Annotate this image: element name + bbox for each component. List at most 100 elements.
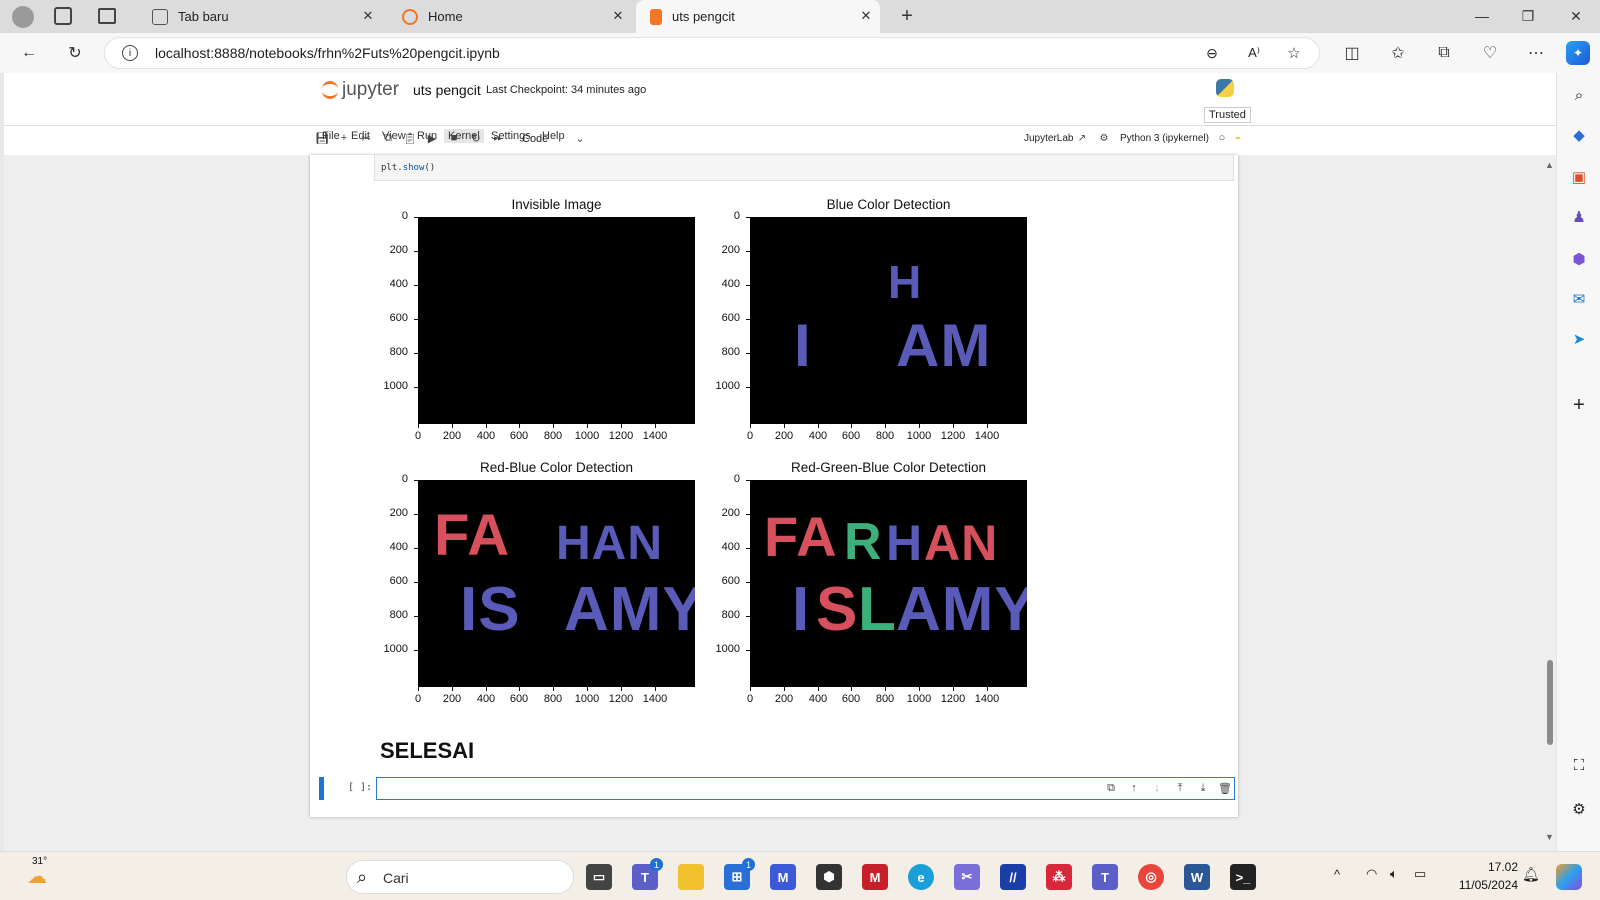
microsoft-365-icon[interactable]: ⬢: [1569, 249, 1589, 269]
notifications-bell-icon[interactable]: 🔔︎: [1522, 866, 1540, 883]
tray-overflow-icon[interactable]: ^: [1334, 867, 1340, 882]
close-tab-icon[interactable]: ✕: [610, 8, 626, 24]
word-icon[interactable]: W: [1184, 864, 1210, 890]
app-icon-cube[interactable]: ⬢: [816, 864, 842, 890]
wifi-icon[interactable]: ◠: [1366, 866, 1377, 882]
run-all-icon[interactable]: ⏩︎: [490, 130, 506, 146]
kernel-settings-icon[interactable]: ⚙: [1096, 130, 1112, 146]
subplot-title: Red-Blue Color Detection: [479, 460, 634, 475]
url-text[interactable]: localhost:8888/notebooks/frhn%2Futs%20pe…: [155, 45, 500, 61]
mcafee-icon[interactable]: M: [862, 864, 888, 890]
minimize-icon[interactable]: —: [1472, 6, 1492, 26]
run-icon[interactable]: ▶: [424, 130, 440, 146]
tools-icon[interactable]: ▣: [1569, 167, 1589, 187]
chrome-icon[interactable]: ◎: [1138, 864, 1164, 890]
favorite-star-icon[interactable]: ☆: [1285, 44, 1303, 62]
volume-icon[interactable]: 🔈︎: [1390, 866, 1398, 882]
close-window-icon[interactable]: ✕: [1566, 6, 1586, 26]
tab-home[interactable]: Home ✕: [388, 0, 632, 33]
read-aloud-icon[interactable]: A⁾: [1245, 44, 1263, 62]
file-explorer-icon[interactable]: [678, 864, 704, 890]
y-tick-mark: [746, 387, 750, 388]
restart-icon[interactable]: ↻: [468, 130, 484, 146]
move-up-icon[interactable]: ↑: [1127, 781, 1141, 795]
settings-icon[interactable]: ⚙: [1569, 799, 1589, 819]
page-scrollbar[interactable]: ▲ ▼: [1544, 160, 1556, 850]
search-icon[interactable]: ⌕: [1569, 85, 1589, 105]
move-down-icon[interactable]: ↓: [1150, 781, 1164, 795]
x-tick-label: 1400: [974, 693, 1000, 705]
tab-uts-pengcit[interactable]: uts pengcit ✕: [636, 0, 880, 33]
kernel-name[interactable]: Python 3 (ipykernel): [1120, 133, 1209, 144]
date: 11/05/2024: [1458, 878, 1518, 892]
x-tick-mark: [750, 424, 751, 428]
copilot-icon[interactable]: ✦: [1566, 41, 1590, 65]
profile-icon[interactable]: [12, 6, 34, 28]
y-tick-label: 0: [401, 473, 408, 485]
games-icon[interactable]: ♟: [1569, 207, 1589, 227]
x-tick-mark: [587, 424, 588, 428]
site-info-icon[interactable]: i: [122, 45, 138, 61]
split-screen-icon[interactable]: ◫: [1340, 41, 1364, 65]
cell-type-select[interactable]: Code: [522, 133, 548, 145]
y-tick-mark: [746, 650, 750, 651]
back-icon[interactable]: ←: [17, 41, 41, 65]
task-view-icon[interactable]: ▭: [586, 864, 612, 890]
cut-icon[interactable]: ✂: [358, 130, 374, 146]
scrollbar-thumb[interactable]: [1547, 660, 1553, 745]
restore-icon[interactable]: ❐: [1518, 6, 1538, 26]
tab-new-tab[interactable]: Tab baru ✕: [138, 0, 382, 33]
y-tick-mark: [414, 251, 418, 252]
outlook-icon[interactable]: ✉: [1569, 289, 1589, 309]
tab-actions-icon[interactable]: [98, 8, 116, 24]
edge-icon[interactable]: e: [908, 864, 934, 890]
x-tick-mark: [987, 687, 988, 691]
chevron-down-icon[interactable]: ⌄: [572, 130, 588, 146]
code-cell-input[interactable]: plt.show(): [374, 155, 1234, 181]
close-tab-icon[interactable]: ✕: [360, 8, 376, 24]
shopping-icon[interactable]: ◆: [1569, 125, 1589, 145]
x-tick-mark: [953, 687, 954, 691]
notification-badge: 1: [742, 858, 755, 871]
y-tick-label: 600: [389, 312, 408, 324]
paste-icon[interactable]: 📋︎: [402, 130, 418, 146]
scroll-down-icon[interactable]: ▼: [1545, 832, 1554, 842]
workspaces-icon[interactable]: [54, 7, 72, 25]
save-icon[interactable]: 💾︎: [314, 130, 330, 146]
stop-icon[interactable]: ■: [446, 130, 462, 146]
zoom-icon[interactable]: ⊖: [1203, 44, 1221, 62]
favorites-icon[interactable]: ✩: [1386, 41, 1410, 65]
address-bar[interactable]: i localhost:8888/notebooks/frhn%2Futs%20…: [104, 37, 1320, 69]
screenshot-icon[interactable]: ⛶: [1569, 755, 1589, 775]
subplot-title: Invisible Image: [511, 197, 602, 212]
snipping-tool-icon[interactable]: ✂: [954, 864, 980, 890]
copy-icon[interactable]: ⧉: [380, 130, 396, 146]
add-icon[interactable]: +: [1569, 394, 1589, 416]
teams-new-icon[interactable]: T: [1092, 864, 1118, 890]
scroll-up-icon[interactable]: ▲: [1545, 160, 1554, 170]
browser-essentials-icon[interactable]: ♡: [1478, 41, 1502, 65]
duplicate-cell-icon[interactable]: ⧉: [1104, 781, 1118, 795]
app-icon-red[interactable]: ⁂: [1046, 864, 1072, 890]
insert-above-icon[interactable]: ⤒: [1173, 781, 1187, 795]
x-tick-label: 1200: [940, 693, 966, 705]
terminal-icon[interactable]: >_: [1230, 864, 1256, 890]
add-cell-icon[interactable]: +: [336, 130, 352, 146]
insert-below-icon[interactable]: ⤓: [1196, 781, 1210, 795]
x-tick-label: 400: [808, 693, 828, 705]
system-clock[interactable]: 17.02 11/05/2024: [1446, 858, 1518, 894]
more-menu-icon[interactable]: ⋯: [1524, 41, 1548, 65]
close-tab-icon[interactable]: ✕: [858, 8, 874, 24]
send-icon[interactable]: ➤: [1569, 329, 1589, 349]
app-icon-slash[interactable]: //: [1000, 864, 1026, 890]
copilot-taskbar-icon[interactable]: [1556, 864, 1582, 890]
refresh-icon[interactable]: ↻: [63, 41, 87, 65]
delete-cell-icon[interactable]: 🗑︎: [1218, 781, 1232, 795]
new-tab-button[interactable]: +: [896, 5, 918, 27]
battery-icon[interactable]: ▭: [1414, 866, 1426, 882]
jupyterlab-link[interactable]: JupyterLab: [1024, 133, 1073, 144]
taskbar-search[interactable]: ⌕ Cari: [346, 860, 574, 894]
collections-icon[interactable]: ⧉: [1432, 41, 1456, 65]
app-icon-m[interactable]: M: [770, 864, 796, 890]
start-icon[interactable]: [306, 866, 330, 890]
